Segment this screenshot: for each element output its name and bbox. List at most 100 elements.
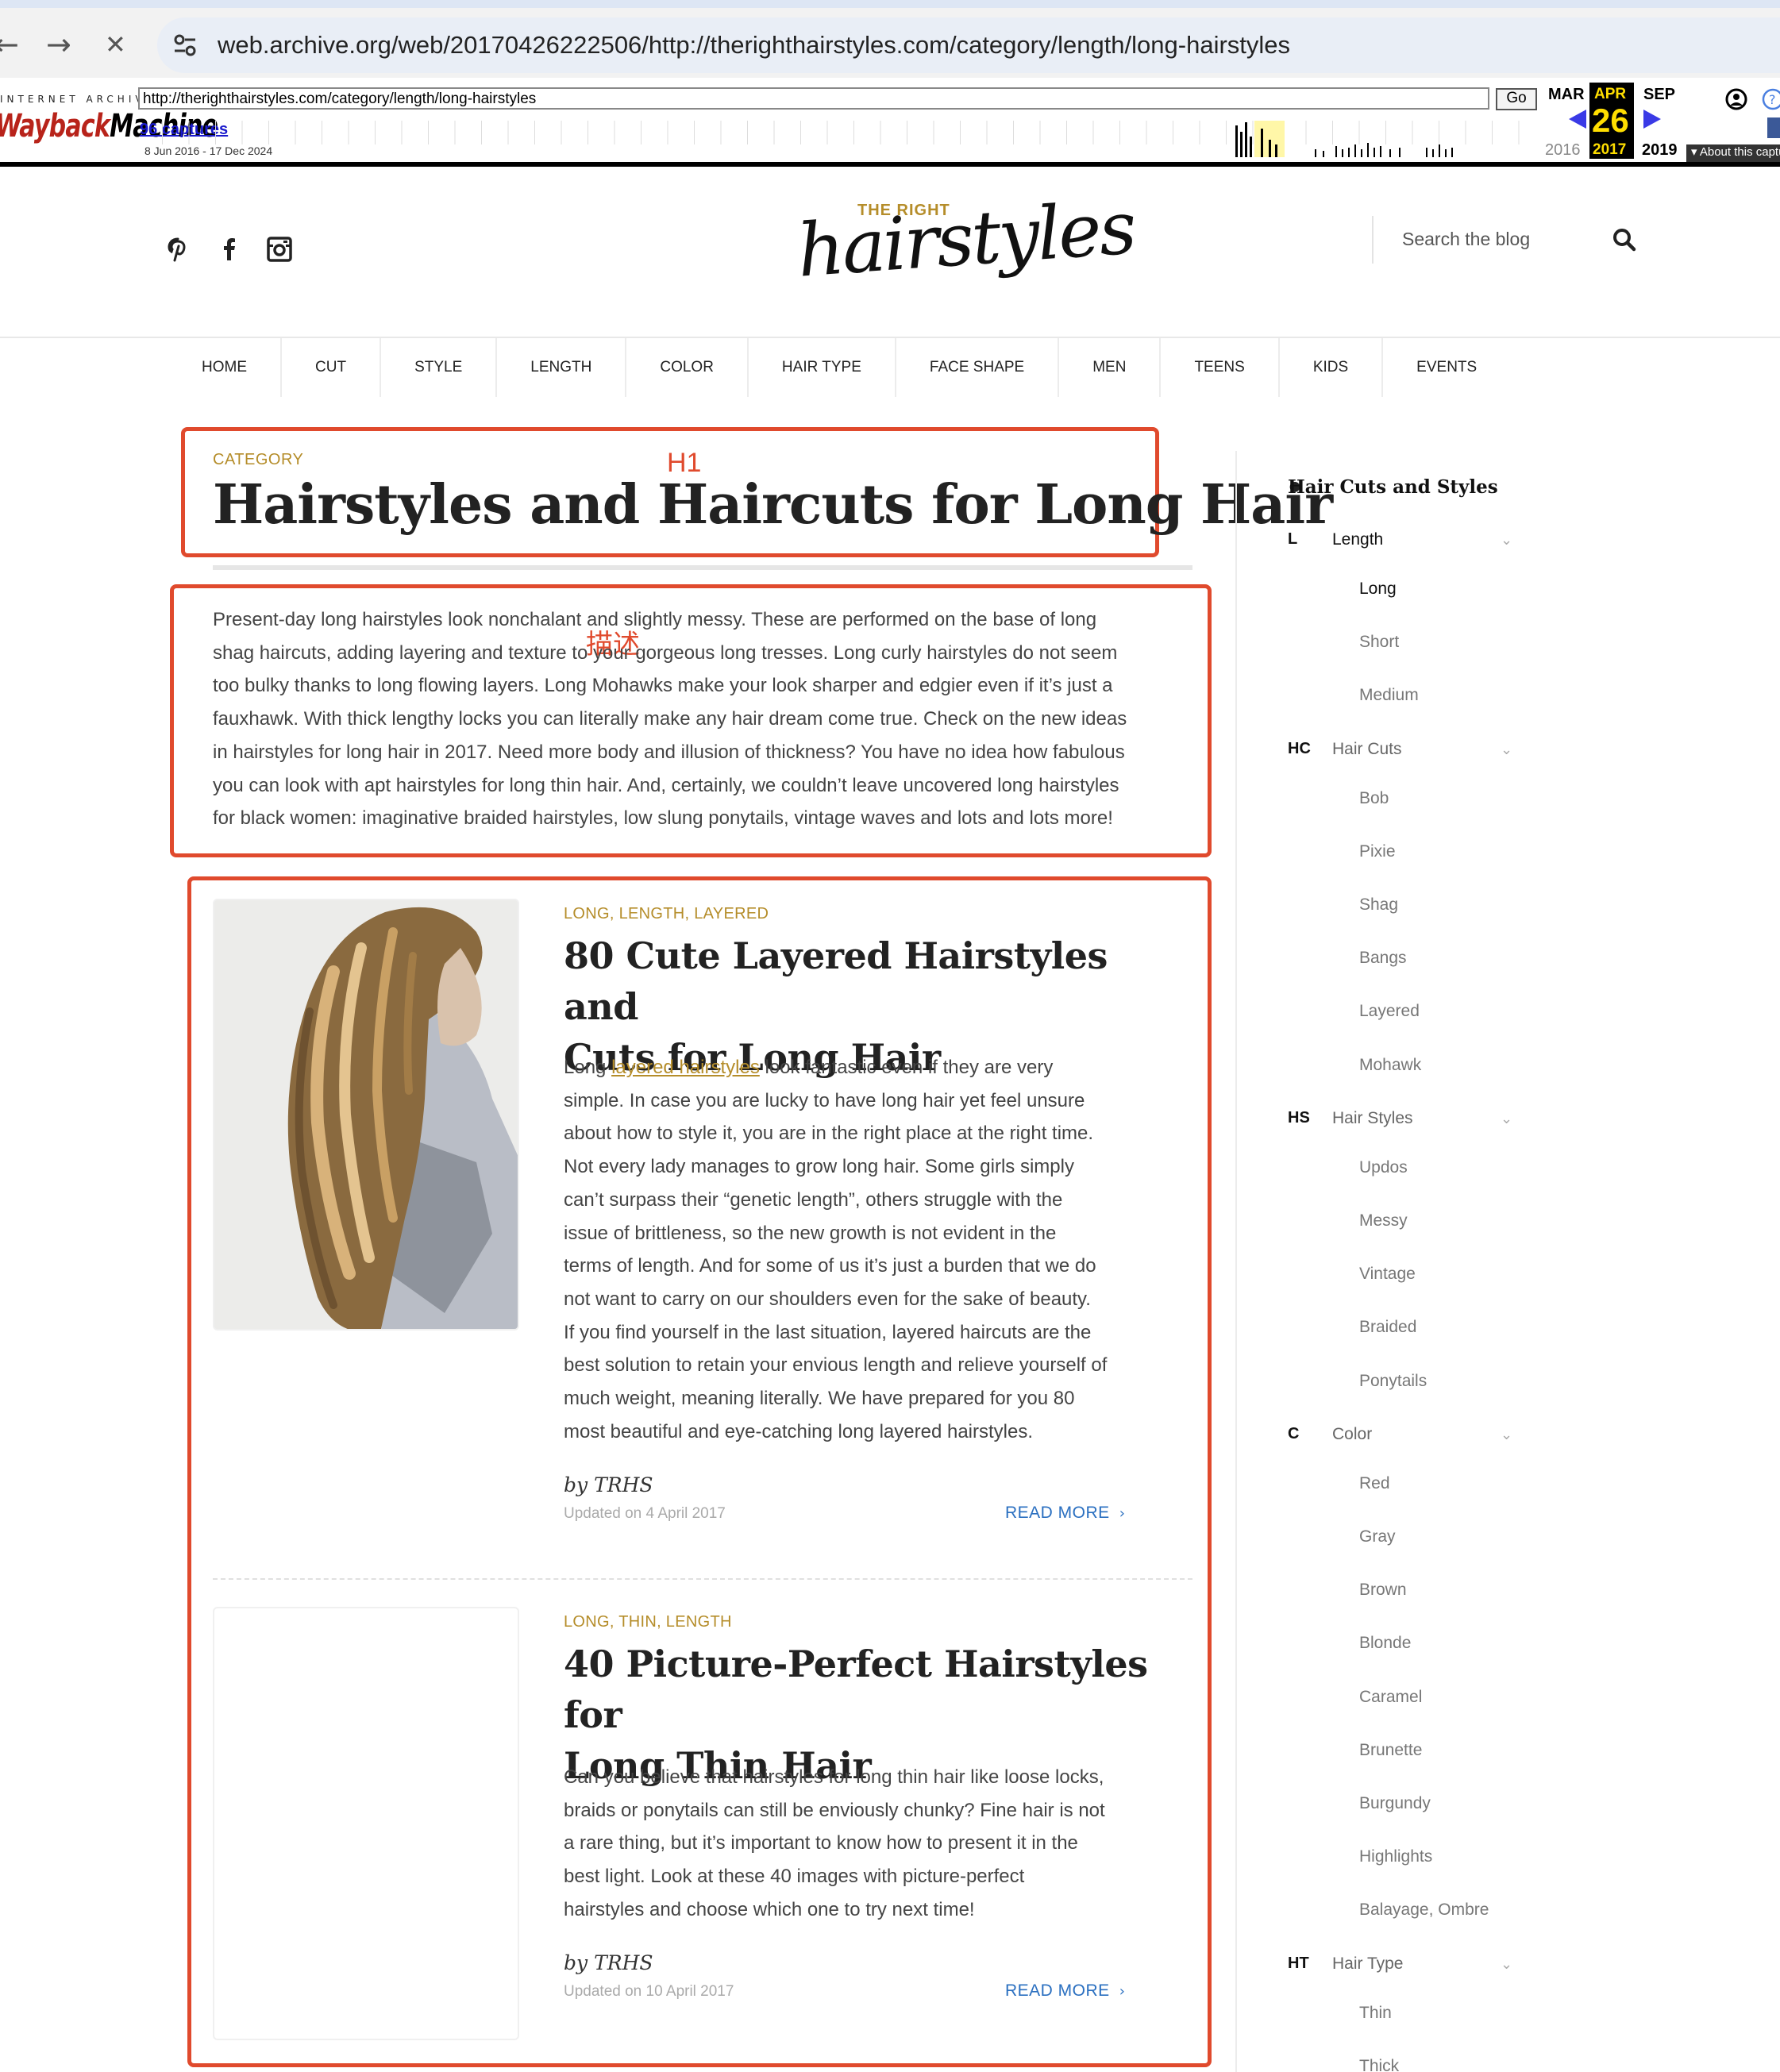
sidebar-item-short[interactable]: Short <box>1359 633 1399 652</box>
layered-hairstyles-link[interactable]: layered hairstyles <box>611 1057 760 1078</box>
read-more-label[interactable]: READ MORE <box>1005 1981 1110 2000</box>
forward-arrow-icon[interactable]: → <box>46 29 71 60</box>
wayback-url-input[interactable]: http://therighthairstyles.com/category/l… <box>138 87 1489 110</box>
next-capture-arrow-icon[interactable] <box>1643 110 1661 129</box>
chevron-down-icon[interactable]: ⌄ <box>1501 1956 1512 1973</box>
sidebar-item-burgundy[interactable]: Burgundy <box>1359 1794 1431 1813</box>
instagram-icon[interactable] <box>265 235 294 264</box>
nav-item-events[interactable]: EVENTS <box>1383 338 1510 397</box>
nav-item-cut[interactable]: CUT <box>282 338 382 397</box>
chevron-down-icon[interactable]: ⌄ <box>1501 1111 1512 1127</box>
sidebar-item-highlights[interactable]: Highlights <box>1359 1847 1432 1866</box>
post-thumbnail[interactable] <box>213 1607 519 2040</box>
prev-month-label[interactable]: MAR <box>1548 86 1585 104</box>
sparkline-gridline <box>428 121 429 144</box>
sidebar-item-mohawk[interactable]: Mohawk <box>1359 1056 1421 1075</box>
prev-year-label[interactable]: 2016 <box>1545 141 1581 160</box>
sidebar-group-hair-cuts[interactable]: Hair Cuts <box>1332 740 1402 759</box>
sidebar-group-hair-styles[interactable]: Hair Styles <box>1332 1109 1413 1128</box>
nav-item-hair-type[interactable]: HAIR TYPE <box>749 338 896 397</box>
sidebar-item-long[interactable]: Long <box>1359 580 1397 599</box>
post-categories[interactable]: LONG, THIN, LENGTH <box>564 1613 732 1631</box>
sidebar-divider <box>1235 451 1237 2072</box>
sidebar-item-bob[interactable]: Bob <box>1359 789 1389 808</box>
stop-loading-icon[interactable]: ✕ <box>105 29 126 60</box>
sidebar-item-messy[interactable]: Messy <box>1359 1211 1408 1230</box>
sparkline-gridline <box>880 121 881 144</box>
sparkline-gridline <box>694 121 695 144</box>
captures-sparkline[interactable] <box>156 121 1521 157</box>
nav-item-home[interactable]: HOME <box>168 338 282 397</box>
sidebar-item-gray[interactable]: Gray <box>1359 1527 1396 1546</box>
chevron-down-icon[interactable]: ⌄ <box>1501 532 1512 549</box>
post-categories[interactable]: LONG, LENGTH, LAYERED <box>564 905 769 923</box>
facebook-share-icon[interactable] <box>1767 117 1780 138</box>
pinterest-icon[interactable] <box>164 235 192 264</box>
sidebar-item-braided[interactable]: Braided <box>1359 1318 1416 1337</box>
nav-item-style[interactable]: STYLE <box>381 338 498 397</box>
sidebar-item-medium[interactable]: Medium <box>1359 686 1419 705</box>
address-bar-url[interactable]: web.archive.org/web/20170426222506/http:… <box>218 31 1290 60</box>
about-capture-button[interactable]: ▾ About this capture <box>1686 144 1780 162</box>
sidebar-item-updos[interactable]: Updos <box>1359 1158 1408 1177</box>
sparkline-gridline <box>1066 121 1067 144</box>
prev-capture-arrow-icon[interactable] <box>1569 110 1586 129</box>
read-more-link[interactable]: READ MORE › <box>1005 1981 1125 2001</box>
address-bar[interactable]: web.archive.org/web/20170426222506/http:… <box>157 17 1780 73</box>
sidebar-group-hair-type[interactable]: Hair Type <box>1332 1955 1404 1974</box>
back-arrow-icon[interactable]: ← <box>0 29 19 60</box>
description-line: shag haircuts, adding layering and textu… <box>213 641 1118 664</box>
sidebar-item-brunette[interactable]: Brunette <box>1359 1741 1422 1760</box>
next-year-label[interactable]: 2019 <box>1642 141 1678 160</box>
description-line: too bulky thanks to long flowing layers.… <box>213 675 1113 697</box>
sidebar-item-layered[interactable]: Layered <box>1359 1002 1420 1021</box>
sidebar-item-thick[interactable]: Thick <box>1359 2057 1399 2072</box>
sidebar-item-vintage[interactable]: Vintage <box>1359 1265 1416 1284</box>
post-excerpt: Long layered hairstyles look fantastic e… <box>564 1051 1167 1448</box>
excerpt-line: can’t surpass their “genetic length”, ot… <box>564 1188 1063 1211</box>
wayback-logo-part1: Wayback <box>0 108 110 144</box>
nav-item-kids[interactable]: KIDS <box>1280 338 1384 397</box>
sidebar-item-thin[interactable]: Thin <box>1359 2004 1392 2023</box>
sidebar-item-shag[interactable]: Shag <box>1359 895 1398 915</box>
next-month-label[interactable]: SEP <box>1643 86 1675 104</box>
chevron-down-icon[interactable]: ⌄ <box>1501 1427 1512 1443</box>
category-description: Present-day long hairstyles look nonchal… <box>213 603 1192 835</box>
read-more-link[interactable]: READ MORE › <box>1005 1504 1125 1523</box>
sparkline-gridline <box>534 121 535 144</box>
search-input[interactable]: Search the blog <box>1402 229 1530 250</box>
site-logo[interactable]: hairstyles <box>795 185 1137 293</box>
sidebar-group-color[interactable]: Color <box>1332 1425 1372 1444</box>
nav-item-men[interactable]: MEN <box>1059 338 1162 397</box>
sparkline-gridline <box>401 121 403 144</box>
sidebar-group-length[interactable]: Length <box>1332 530 1383 549</box>
chevron-down-icon[interactable]: ⌄ <box>1501 741 1512 758</box>
sidebar-item-brown[interactable]: Brown <box>1359 1581 1407 1600</box>
sidebar-item-red[interactable]: Red <box>1359 1474 1390 1493</box>
sidebar-item-balayage-ombre[interactable]: Balayage, Ombre <box>1359 1901 1489 1920</box>
nav-item-teens[interactable]: TEENS <box>1161 338 1280 397</box>
wayback-go-button[interactable]: Go <box>1496 88 1537 110</box>
sidebar-item-ponytails[interactable]: Ponytails <box>1359 1372 1427 1391</box>
excerpt-text: look fantastic even if they are very <box>759 1057 1054 1078</box>
sidebar-item-bangs[interactable]: Bangs <box>1359 949 1407 968</box>
sidebar-item-blonde[interactable]: Blonde <box>1359 1634 1411 1653</box>
site-settings-icon[interactable] <box>171 32 198 59</box>
sidebar-item-caramel[interactable]: Caramel <box>1359 1688 1422 1707</box>
sparkline-gridline <box>1412 121 1413 144</box>
nav-item-length[interactable]: LENGTH <box>497 338 627 397</box>
wayback-toolbar: INTERNET ARCHIVE WaybackMachine http://t… <box>0 78 1780 167</box>
sidebar-item-pixie[interactable]: Pixie <box>1359 842 1396 861</box>
nav-item-color[interactable]: COLOR <box>626 338 749 397</box>
help-icon[interactable]: ? <box>1761 87 1780 111</box>
read-more-label[interactable]: READ MORE <box>1005 1504 1110 1522</box>
account-icon[interactable] <box>1724 87 1748 111</box>
nav-item-face-shape[interactable]: FACE SHAPE <box>896 338 1060 397</box>
post-title-line[interactable]: 40 Picture-Perfect Hairstyles for <box>564 1639 1167 1740</box>
post-title-line[interactable]: 80 Cute Layered Hairstyles and <box>564 930 1167 1032</box>
chevron-right-icon: › <box>1119 1505 1126 1522</box>
facebook-icon[interactable] <box>214 235 243 264</box>
search-icon[interactable] <box>1612 227 1637 252</box>
post-thumbnail[interactable] <box>213 899 519 1331</box>
description-line: for black women: imaginative braided hai… <box>213 807 1113 830</box>
